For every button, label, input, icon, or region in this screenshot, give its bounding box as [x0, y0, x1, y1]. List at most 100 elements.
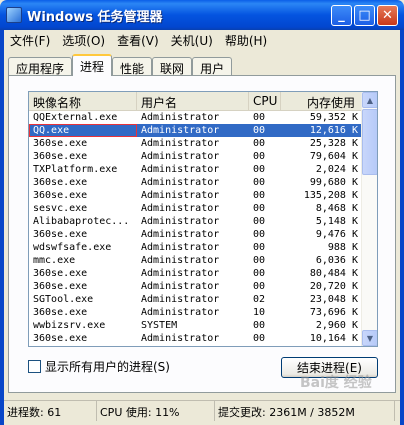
process-cpu: 00 — [253, 125, 266, 136]
process-user-name: Administrator — [141, 281, 220, 292]
menu-options[interactable]: 选项(O) — [56, 30, 111, 49]
process-image-name: QQExternal.exe — [33, 112, 118, 123]
scroll-down-button[interactable]: ▼ — [362, 330, 377, 346]
process-image-name: sesvc.exe — [33, 203, 88, 214]
process-memory: 9,476 K — [315, 229, 358, 240]
process-image-name: wdswfsafe.exe — [33, 242, 112, 253]
process-image-name: 360se.exe — [33, 268, 88, 279]
tab-processes[interactable]: 进程 — [72, 54, 113, 76]
process-cpu: 00 — [253, 216, 266, 227]
column-cpu[interactable]: CPU — [249, 92, 281, 110]
process-list[interactable]: 映像名称 用户名 CPU 内存使用 QQExternal.exe Administ… — [28, 91, 378, 347]
process-image-name: 360se.exe — [33, 151, 88, 162]
menu-view[interactable]: 查看(V) — [111, 30, 165, 49]
show-all-users-checkbox[interactable] — [28, 360, 41, 373]
process-row[interactable]: wwbizsrv.exe SYSTEM 00 2,960 K — [29, 319, 362, 332]
process-row[interactable]: wdswfsafe.exe Administrator 00 988 K — [29, 241, 362, 254]
window-frame-right — [400, 30, 404, 425]
show-all-users-option[interactable]: 显示所有用户的进程(S) — [28, 358, 170, 375]
process-memory: 79,604 K — [309, 151, 358, 162]
process-user-name: Administrator — [141, 151, 220, 162]
process-cpu: 02 — [253, 294, 266, 305]
minimize-button[interactable]: _ — [331, 5, 352, 26]
scroll-thumb[interactable] — [362, 109, 377, 175]
process-row[interactable]: sesvc.exe Administrator 00 8,468 K — [29, 202, 362, 215]
tab-applications[interactable]: 应用程序 — [8, 57, 73, 76]
column-user-name[interactable]: 用户名 — [137, 92, 249, 110]
process-user-name: Administrator — [141, 255, 220, 266]
process-cpu: 00 — [253, 112, 266, 123]
column-memory[interactable]: 内存使用 — [281, 92, 362, 110]
status-commit-charge: 提交更改: 2361M / 3852M — [215, 401, 395, 421]
tab-users[interactable]: 用户 — [192, 57, 233, 76]
process-memory: 12,616 K — [309, 125, 358, 136]
process-memory: 5,148 K — [315, 216, 358, 227]
process-user-name: Administrator — [141, 307, 220, 318]
process-row[interactable]: 360se.exe Administrator 00 135,208 K — [29, 189, 362, 202]
process-image-name: SGTool.exe — [33, 294, 94, 305]
tab-strip: 应用程序 进程 性能 联网 用户 — [8, 54, 233, 76]
tab-performance[interactable]: 性能 — [112, 57, 153, 76]
process-row[interactable]: Alibabaprotec... Administrator 00 5,148 K — [29, 215, 362, 228]
process-image-name: wwbizsrv.exe — [33, 320, 106, 331]
process-cpu: 10 — [253, 307, 266, 318]
process-row[interactable]: 360se.exe Administrator 00 79,604 K — [29, 150, 362, 163]
process-memory: 135,208 K — [303, 190, 358, 201]
process-memory: 20,720 K — [309, 281, 358, 292]
process-row[interactable]: mmc.exe Administrator 00 6,036 K — [29, 254, 362, 267]
process-memory: 2,960 K — [315, 320, 358, 331]
maximize-button[interactable]: □ — [354, 5, 375, 26]
process-user-name: Administrator — [141, 125, 220, 136]
process-rows: QQExternal.exe Administrator 00 59,352 K QQ.… — [29, 111, 362, 345]
process-row[interactable]: TXPlatform.exe Administrator 00 2,024 K — [29, 163, 362, 176]
process-memory: 10,164 K — [309, 333, 358, 344]
show-all-users-label[interactable]: 显示所有用户的进程(S) — [45, 358, 170, 375]
process-list-header: 映像名称 用户名 CPU 内存使用 — [29, 92, 362, 111]
process-row[interactable]: 360se.exe Administrator 00 9,476 K — [29, 228, 362, 241]
process-cpu: 00 — [253, 320, 266, 331]
process-row[interactable]: QQ.exe Administrator 00 12,616 K — [29, 124, 362, 137]
process-cpu: 00 — [253, 177, 266, 188]
process-cpu: 00 — [253, 151, 266, 162]
process-user-name: Administrator — [141, 229, 220, 240]
process-user-name: Administrator — [141, 268, 220, 279]
process-cpu: 00 — [253, 164, 266, 175]
menu-help[interactable]: 帮助(H) — [219, 30, 273, 49]
menu-file[interactable]: 文件(F) — [4, 30, 56, 49]
process-row[interactable]: QQExternal.exe Administrator 00 59,352 K — [29, 111, 362, 124]
status-process-count: 进程数: 61 — [4, 401, 97, 421]
scroll-up-button[interactable]: ▲ — [362, 92, 377, 108]
process-memory: 73,696 K — [309, 307, 358, 318]
close-button[interactable]: ✕ — [377, 5, 398, 26]
process-user-name: Administrator — [141, 242, 220, 253]
process-user-name: Administrator — [141, 294, 220, 305]
process-memory: 59,352 K — [309, 112, 358, 123]
process-row[interactable]: 360se.exe Administrator 00 10,164 K — [29, 332, 362, 345]
task-manager-icon — [6, 7, 22, 23]
tab-networking[interactable]: 联网 — [152, 57, 193, 76]
process-image-name: 360se.exe — [33, 307, 88, 318]
process-row[interactable]: SGTool.exe Administrator 02 23,048 K — [29, 293, 362, 306]
process-image-name: 360se.exe — [33, 190, 88, 201]
process-user-name: Administrator — [141, 164, 220, 175]
menu-bar: 文件(F) 选项(O) 查看(V) 关机(U) 帮助(H) — [4, 30, 400, 49]
process-row[interactable]: 360se.exe Administrator 00 99,680 K — [29, 176, 362, 189]
process-user-name: SYSTEM — [141, 320, 178, 331]
process-image-name: 360se.exe — [33, 229, 88, 240]
process-memory: 23,048 K — [309, 294, 358, 305]
title-bar[interactable]: Windows 任务管理器 _ □ ✕ — [0, 0, 404, 30]
process-image-name: 360se.exe — [33, 333, 88, 344]
process-user-name: Administrator — [141, 138, 220, 149]
process-cpu: 00 — [253, 229, 266, 240]
vertical-scrollbar[interactable]: ▲ ▼ — [361, 92, 377, 346]
menu-shutdown[interactable]: 关机(U) — [165, 30, 219, 49]
process-row[interactable]: 360se.exe Administrator 00 80,484 K — [29, 267, 362, 280]
process-row[interactable]: 360se.exe Administrator 10 73,696 K — [29, 306, 362, 319]
process-cpu: 00 — [253, 255, 266, 266]
column-image-name[interactable]: 映像名称 — [29, 92, 137, 110]
process-image-name: 360se.exe — [33, 138, 88, 149]
process-cpu: 00 — [253, 268, 266, 279]
process-row[interactable]: 360se.exe Administrator 00 20,720 K — [29, 280, 362, 293]
process-cpu: 00 — [253, 203, 266, 214]
process-row[interactable]: 360se.exe Administrator 00 25,328 K — [29, 137, 362, 150]
